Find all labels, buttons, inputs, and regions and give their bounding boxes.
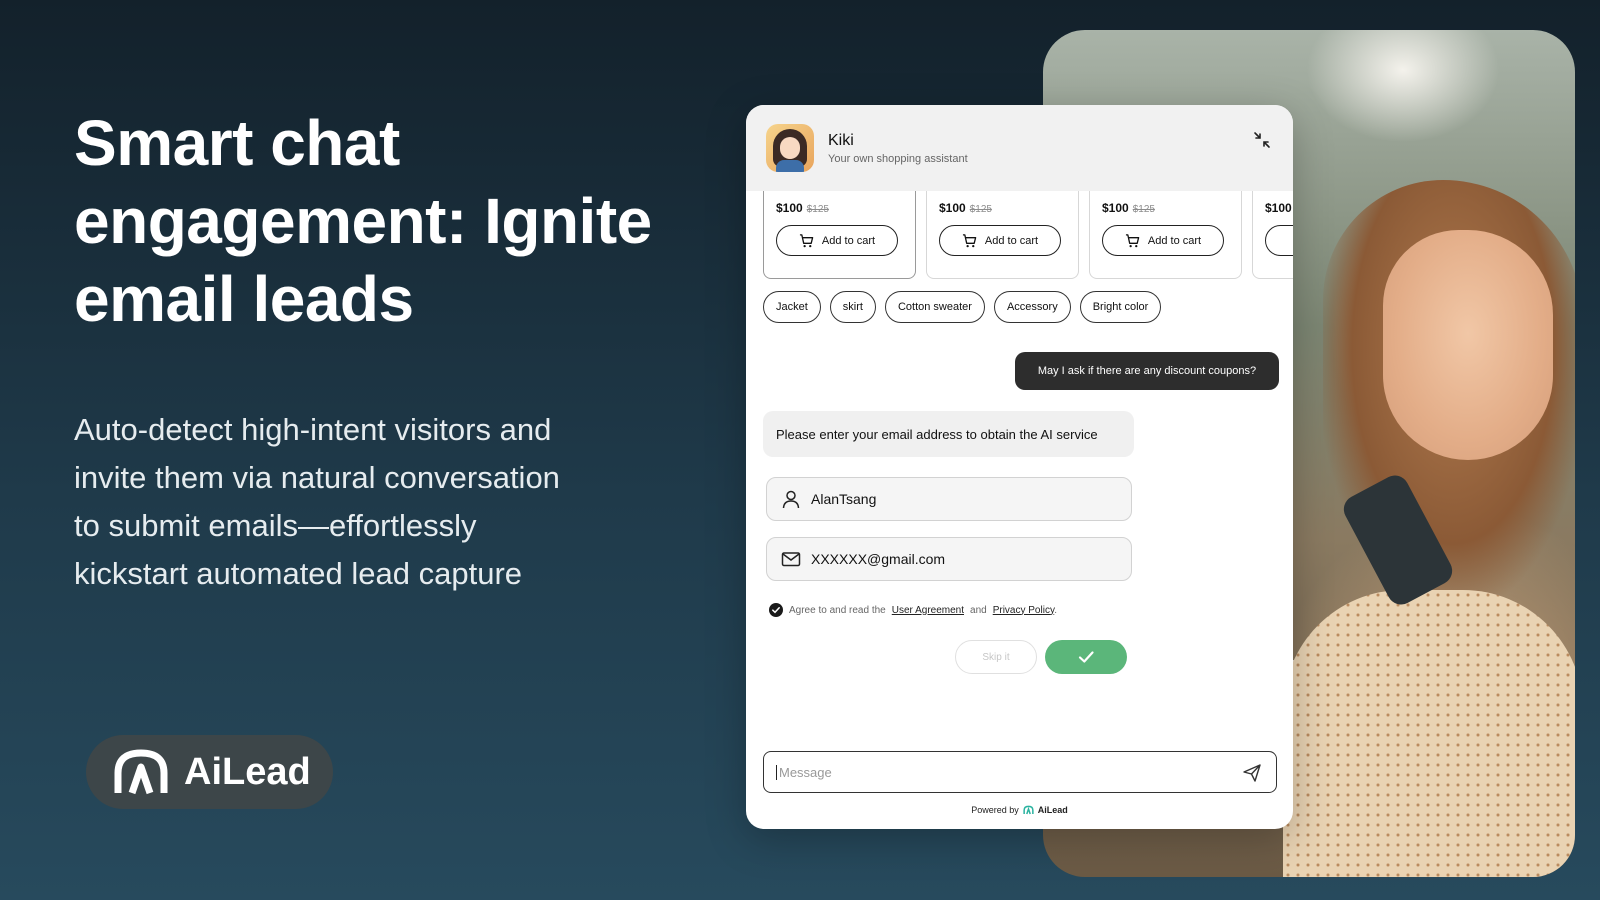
confirm-button[interactable] <box>1045 640 1127 674</box>
agent-avatar <box>766 124 814 172</box>
user-message-bubble: May I ask if there are any discount coup… <box>1015 352 1279 390</box>
ailead-mini-logo-icon <box>1023 805 1034 815</box>
add-to-cart-button[interactable] <box>1265 225 1293 256</box>
product-card[interactable]: $100 $125 Add to cart <box>926 191 1079 279</box>
product-old-price: $125 <box>806 204 829 215</box>
add-to-cart-button[interactable]: Add to cart <box>939 225 1061 256</box>
ailead-logo-icon <box>114 749 168 795</box>
email-input[interactable] <box>811 551 1111 567</box>
chat-header: Kiki Your own shopping assistant <box>746 105 1293 191</box>
powered-by: Powered by AiLead <box>746 805 1293 815</box>
photo-face <box>1383 230 1553 460</box>
add-to-cart-label: Add to cart <box>984 234 1039 247</box>
product-card[interactable]: $100 $125 Add to cart <box>1089 191 1242 279</box>
product-card[interactable]: $100 <box>1252 191 1293 279</box>
product-old-price: $125 <box>969 204 992 215</box>
product-price: $100 <box>776 201 803 215</box>
bot-message-bubble: Please enter your email address to obtai… <box>763 411 1134 457</box>
suggestion-chips: Jacket skirt Cotton sweater Accessory Br… <box>763 291 1162 323</box>
add-to-cart-button[interactable]: Add to cart <box>1102 225 1224 256</box>
hero-headline: Smart chat engagement: Ignite email lead… <box>74 107 652 335</box>
message-input[interactable] <box>776 764 1216 780</box>
product-price: $100 <box>939 201 966 215</box>
user-icon <box>782 490 800 509</box>
chip-jacket[interactable]: Jacket <box>763 291 821 323</box>
minimize-icon[interactable] <box>1253 131 1271 149</box>
email-field[interactable] <box>766 537 1132 581</box>
checkmark-icon <box>1078 651 1094 663</box>
agreement-prefix: Agree to and read the <box>789 604 886 616</box>
product-price: $100 <box>1265 201 1292 215</box>
agreement-and: and <box>970 604 987 616</box>
add-to-cart-label: Add to cart <box>1147 234 1202 247</box>
cart-icon <box>962 234 977 248</box>
privacy-policy-link[interactable]: Privacy Policy <box>993 605 1055 616</box>
agent-name: Kiki <box>828 131 854 149</box>
skip-button[interactable]: Skip it <box>955 640 1037 674</box>
product-price: $100 <box>1102 201 1129 215</box>
chat-widget: Kiki Your own shopping assistant $100 $12… <box>746 105 1293 829</box>
mail-icon <box>781 552 801 567</box>
powered-by-brand: AiLead <box>1037 805 1068 815</box>
agreement-row: Agree to and read the User Agreement and… <box>769 603 1057 617</box>
user-agreement-link[interactable]: User Agreement <box>892 605 964 616</box>
hero-subtext: Auto-detect high-intent visitors and inv… <box>74 412 560 591</box>
product-carousel[interactable]: $100 $125 Add to cart $100 $125 Add to car… <box>763 191 1293 279</box>
agent-subtitle: Your own shopping assistant <box>828 152 968 165</box>
chip-accessory[interactable]: Accessory <box>993 291 1071 323</box>
agreement-suffix: . <box>1054 604 1057 616</box>
brand-name: AiLead <box>184 750 311 793</box>
powered-by-label: Powered by <box>971 805 1019 815</box>
add-to-cart-button[interactable]: Add to cart <box>776 225 898 256</box>
add-to-cart-label: Add to cart <box>821 234 876 247</box>
product-old-price: $125 <box>1132 204 1155 215</box>
cart-icon <box>799 234 814 248</box>
product-card[interactable]: $100 $125 Add to cart <box>763 191 916 279</box>
chip-skirt[interactable]: skirt <box>829 291 876 323</box>
chip-bright-color[interactable]: Bright color <box>1079 291 1162 323</box>
cart-icon <box>1125 234 1140 248</box>
chip-cotton-sweater[interactable]: Cotton sweater <box>884 291 985 323</box>
photo-dress <box>1283 590 1575 877</box>
send-icon[interactable] <box>1242 763 1262 783</box>
agreement-checkbox[interactable] <box>769 603 783 617</box>
brand-badge: AiLead <box>86 735 333 809</box>
message-bar[interactable] <box>763 751 1277 793</box>
name-input[interactable] <box>811 491 1111 507</box>
name-field[interactable] <box>766 477 1132 521</box>
